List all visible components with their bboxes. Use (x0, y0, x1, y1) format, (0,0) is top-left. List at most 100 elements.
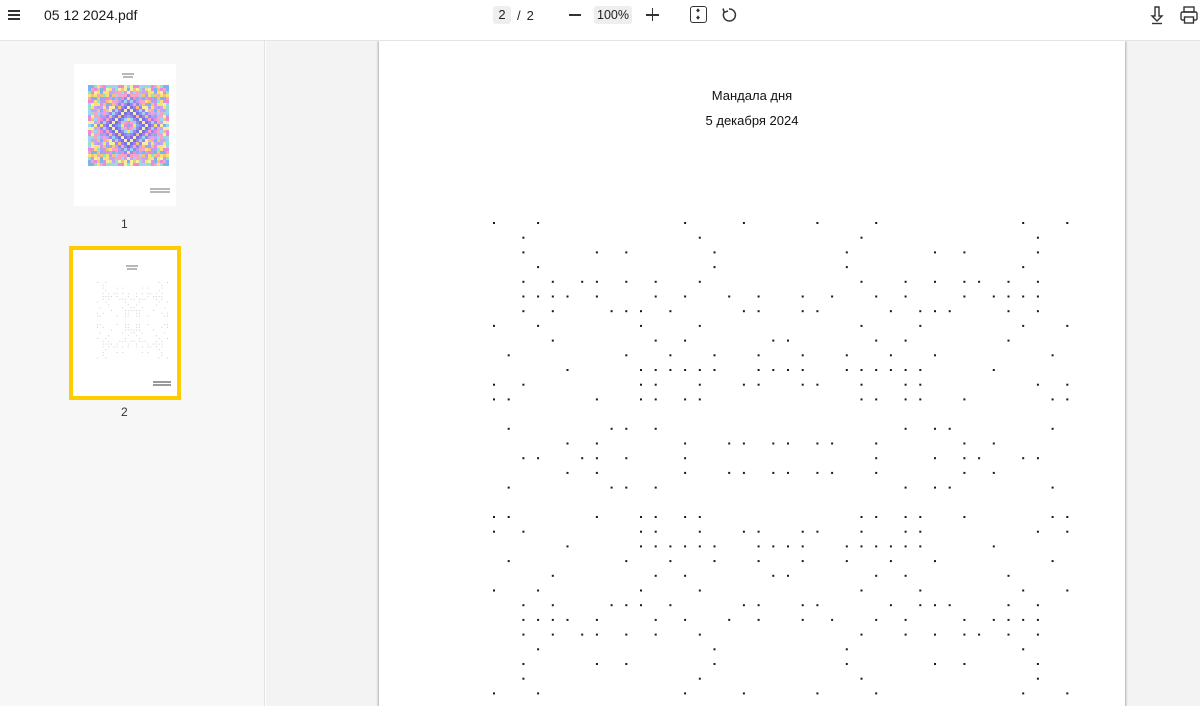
mandala-cell (103, 151, 106, 154)
document-viewer[interactable]: Мандала дня 5 декабря 2024 (266, 41, 1200, 706)
mandala-dot (875, 618, 878, 621)
mandala-dot (640, 369, 642, 371)
mandala-cell (163, 157, 166, 160)
zoom-out-icon[interactable] (566, 5, 584, 25)
mandala-cell (112, 85, 115, 88)
thumbnail-dot (161, 326, 163, 328)
mandala-dot (904, 486, 907, 489)
mandala-dot (595, 457, 598, 460)
mandala-cell (115, 115, 118, 118)
mandala-cell (103, 103, 106, 106)
mandala-cell (151, 145, 154, 148)
mandala-cell (106, 130, 109, 133)
mandala-cell (148, 106, 151, 109)
mandala-cell (145, 154, 148, 157)
mandala-cell (94, 97, 97, 100)
thumbnail-dot (116, 352, 118, 353)
rotate-icon[interactable] (720, 6, 738, 24)
mandala-cell (97, 163, 100, 166)
mandala-cell (127, 88, 130, 91)
mandala-cell (124, 97, 127, 100)
hamburger-menu-icon[interactable] (6, 8, 22, 22)
zoom-level[interactable]: 100% (594, 6, 632, 24)
mandala-dot (875, 516, 878, 518)
mandala-cell (166, 115, 169, 118)
mandala-cell (94, 88, 97, 91)
mandala-cell (121, 109, 124, 112)
thumbnail-dot (102, 312, 104, 314)
mandala-cell (157, 151, 160, 154)
mandala-cell (157, 121, 160, 124)
mandala-dot (507, 560, 510, 563)
thumbnail-dot (122, 352, 124, 353)
mandala-cell (142, 136, 145, 139)
mandala-cell (139, 100, 142, 103)
mandala-cell (121, 106, 124, 109)
mandala-dot (742, 310, 745, 313)
thumbnail-dot (167, 282, 168, 283)
current-page-input[interactable]: 2 (493, 6, 511, 24)
page-thumbnail-2[interactable] (69, 246, 181, 400)
mandala-cell (118, 160, 121, 163)
mandala-cell (103, 127, 106, 130)
mandala-dot (801, 295, 804, 298)
mandala-cell (160, 97, 163, 100)
mandala-cell (163, 109, 166, 112)
mandala-dot (1022, 692, 1025, 695)
mandala-cell (139, 106, 142, 109)
page-thumbnail-1[interactable] (74, 64, 176, 206)
thumbnail-dot (147, 343, 149, 345)
download-icon[interactable] (1147, 5, 1167, 25)
mandala-cell (145, 157, 148, 160)
mandala-cell (103, 109, 106, 112)
mandala-dot (551, 339, 554, 342)
mandala-cell (88, 127, 91, 130)
mandala-cell (115, 88, 118, 91)
thumbnail-dot (116, 343, 118, 345)
print-icon[interactable] (1179, 5, 1199, 25)
mandala-dot (904, 530, 907, 533)
thumbnail-dot (127, 312, 129, 314)
mandala-cell (109, 121, 112, 124)
mandala-cell (103, 136, 106, 139)
fit-page-icon[interactable] (690, 6, 707, 23)
mandala-cell (154, 133, 157, 136)
mandala-cell (163, 91, 166, 94)
mandala-cell (97, 145, 100, 148)
mandala-dot (875, 369, 878, 371)
page-navigator: 2 / 2 (493, 6, 534, 24)
mandala-dot (816, 383, 819, 386)
mandala-cell (94, 163, 97, 166)
thumbnail-dot (164, 332, 166, 334)
mandala-cell (148, 148, 151, 151)
mandala-cell (127, 97, 130, 100)
mandala-cell (127, 142, 130, 145)
mandala-dot (845, 648, 848, 651)
mandala-dot (551, 574, 554, 577)
mandala-cell (142, 88, 145, 91)
mandala-cell (151, 142, 154, 145)
mandala-cell (148, 115, 151, 118)
mandala-cell (115, 109, 118, 112)
mandala-dot (625, 560, 628, 563)
mandala-cell (151, 112, 154, 115)
mandala-cell (160, 151, 163, 154)
mandala-cell (142, 157, 145, 160)
mandala-dot (742, 692, 745, 695)
mandala-cell (115, 118, 118, 121)
mandala-dot (816, 310, 819, 313)
mandala-cell (163, 121, 166, 124)
mandala-cell (139, 91, 142, 94)
mandala-dot (669, 310, 672, 313)
mandala-dot (860, 369, 863, 371)
mandala-cell (157, 154, 160, 157)
thumbnail-dot (97, 315, 98, 317)
mandala-cell (151, 109, 154, 112)
thumbnail-dot (161, 354, 163, 356)
thumbnail-dot (155, 304, 157, 306)
mandala-dot (595, 251, 598, 254)
mandala-dot (625, 457, 628, 460)
zoom-in-icon[interactable] (643, 5, 663, 25)
mandala-dot (772, 545, 775, 548)
mandala-dot (537, 222, 540, 224)
